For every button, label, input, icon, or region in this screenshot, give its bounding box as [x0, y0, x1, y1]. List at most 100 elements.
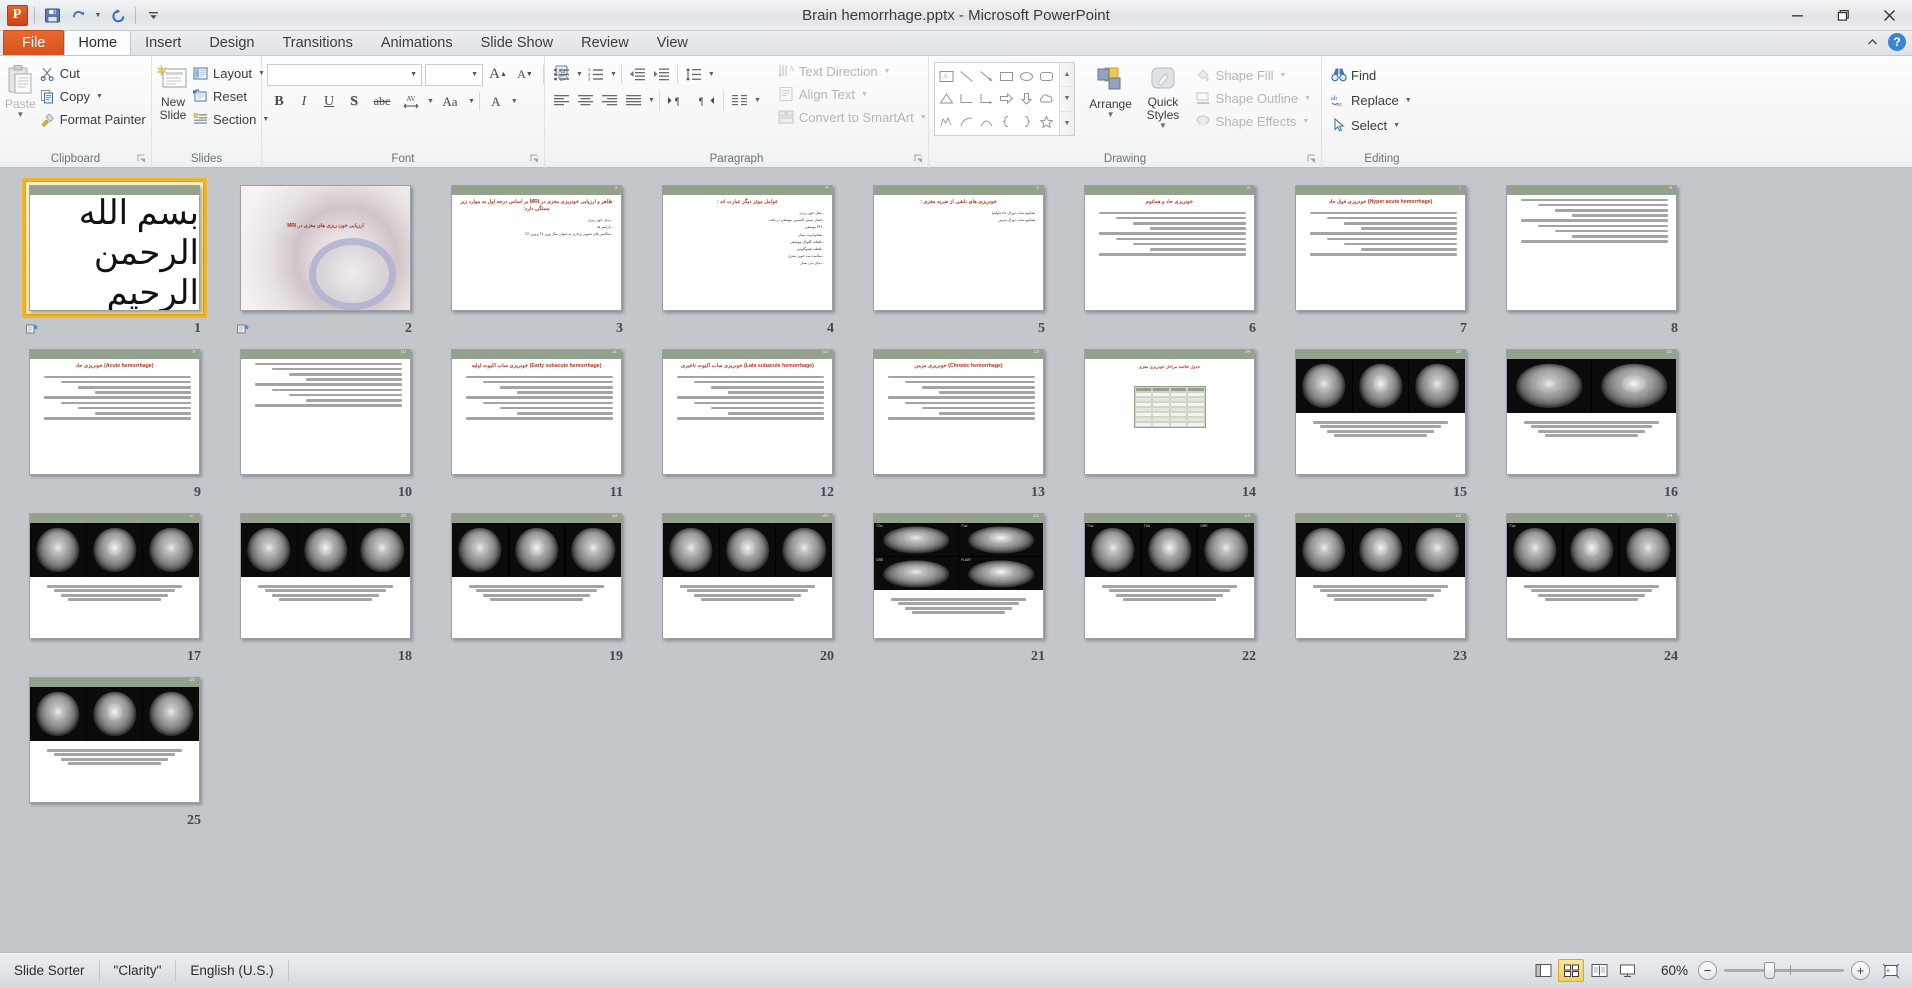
transition-icon[interactable]	[448, 487, 461, 500]
numbering-button[interactable]: 1 2 3	[584, 63, 607, 85]
zoom-slider-track[interactable]	[1724, 962, 1844, 979]
decrease-indent-button[interactable]	[626, 63, 649, 85]
line-spacing-button[interactable]	[682, 63, 705, 85]
slide-cell[interactable]: 20 20	[655, 506, 863, 668]
slide-cell[interactable]: 9 (Acute hemorrhage) خونریزی حاد 9	[22, 342, 230, 504]
slide-preview[interactable]: 10	[240, 349, 411, 475]
slide-thumbnail-15[interactable]: 15	[1288, 342, 1473, 482]
align-text-center-button[interactable]	[574, 89, 597, 111]
slide-cell[interactable]: 13 (Chronic hemorrhage) خونریزی مزمن 13	[866, 342, 1074, 504]
convert-to-smartart-button[interactable]: Convert to SmartArt ▼	[775, 106, 932, 128]
transition-icon[interactable]	[26, 815, 39, 828]
character-spacing-button[interactable]: AV	[398, 90, 424, 113]
transition-icon[interactable]	[659, 323, 672, 336]
redo-icon[interactable]	[106, 3, 130, 27]
slide-preview[interactable]: 23	[1295, 513, 1466, 639]
slide-cell[interactable]: 12 (Late subacute hemorrhage) خونریزی ساب…	[655, 342, 863, 504]
slide-thumbnail-4[interactable]: 4 عوامل موثر دیگر عبارت اند : - محل خون ری…	[655, 178, 840, 318]
font-color-button[interactable]: A	[484, 90, 508, 113]
paragraph-dialog-launcher[interactable]	[913, 153, 924, 164]
transition-icon[interactable]	[26, 651, 39, 664]
right-to-left-text-button[interactable]: ¶	[692, 89, 719, 111]
transition-icon[interactable]	[26, 323, 39, 336]
slide-preview[interactable]: 16	[1506, 349, 1677, 475]
shape-outline-button[interactable]: Shape Outline ▼	[1192, 87, 1316, 109]
chevron-down-icon[interactable]: ▼	[1393, 122, 1400, 129]
shapes-gallery-scrollbar[interactable]: ▲ ▼ ▼	[1058, 63, 1074, 135]
underline-button[interactable]: U	[317, 90, 341, 113]
font-size-combo[interactable]: ▼	[425, 63, 483, 86]
align-text-right-button[interactable]	[598, 89, 621, 111]
justify-button[interactable]	[622, 89, 645, 111]
select-button[interactable]: Select ▼	[1327, 114, 1417, 136]
slide-cell[interactable]: 11 (Early subacute hemorrhage) خونریزی سا…	[444, 342, 652, 504]
shape-down-arrow[interactable]	[1017, 88, 1037, 111]
fit-slide-to-window-button[interactable]	[1878, 959, 1904, 982]
slide-cell[interactable]: 4 عوامل موثر دیگر عبارت اند : - محل خون ری…	[655, 178, 863, 340]
slide-cell[interactable]: 22 T1w T2w GRE 22	[1077, 506, 1285, 668]
font-name-combo[interactable]: ▼	[267, 63, 422, 86]
transition-icon[interactable]	[1292, 651, 1305, 664]
tab-slide-show[interactable]: Slide Show	[467, 30, 568, 55]
copy-button[interactable]: Copy ▼	[36, 85, 151, 107]
transition-icon[interactable]	[448, 323, 461, 336]
slide-thumbnail-18[interactable]: 18	[233, 506, 418, 646]
customize-quick-access-toolbar-icon[interactable]	[141, 3, 165, 27]
shape-effects-button[interactable]: Shape Effects ▼	[1192, 110, 1316, 132]
undo-icon[interactable]	[66, 3, 90, 27]
slide-preview[interactable]: ارزیابی خون ریزی های مغزی در MRI	[240, 185, 411, 311]
slide-preview[interactable]: 8	[1506, 185, 1677, 311]
paste-button[interactable]: Paste ▼	[5, 60, 36, 134]
status-theme[interactable]: "Clarity"	[100, 959, 177, 982]
slide-cell[interactable]: بسم الله الرحمن الرحيم 1	[22, 178, 230, 340]
minimize-ribbon-icon[interactable]	[1865, 36, 1880, 48]
slide-preview[interactable]: 12 (Late subacute hemorrhage) خونریزی ساب…	[662, 349, 833, 475]
left-to-right-text-button[interactable]: ¶	[664, 89, 691, 111]
shape-curve[interactable]	[957, 110, 977, 133]
scroll-down-icon[interactable]: ▼	[1059, 87, 1074, 112]
slide-cell[interactable]: 25 25	[22, 670, 230, 832]
arrange-button[interactable]: Arrange ▼	[1083, 62, 1138, 136]
slide-thumbnail-9[interactable]: 9 (Acute hemorrhage) خونریزی حاد	[22, 342, 207, 482]
increase-font-size-button[interactable]: A ▲	[486, 63, 510, 86]
chevron-down-icon[interactable]: ▼	[410, 71, 417, 78]
slide-preview[interactable]: 17	[29, 513, 200, 639]
transition-icon[interactable]	[26, 487, 39, 500]
slide-preview[interactable]: 6 خونریزی حاد و هماتوم	[1084, 185, 1255, 311]
slide-preview[interactable]: 24 T1w	[1506, 513, 1677, 639]
slide-preview[interactable]: 25	[29, 677, 200, 803]
italic-button[interactable]: I	[292, 90, 316, 113]
transition-icon[interactable]	[1081, 651, 1094, 664]
slide-cell[interactable]: 6 خونریزی حاد و هماتوم 6	[1077, 178, 1285, 340]
transition-icon[interactable]	[1081, 487, 1094, 500]
chevron-down-icon[interactable]: ▼	[1405, 97, 1412, 104]
slide-thumbnail-24[interactable]: 24 T1w	[1499, 506, 1684, 646]
transition-icon[interactable]	[659, 651, 672, 664]
slide-thumbnail-2[interactable]: ارزیابی خون ریزی های مغزی در MRI	[233, 178, 418, 318]
slide-thumbnail-23[interactable]: 23	[1288, 506, 1473, 646]
transition-icon[interactable]	[870, 651, 883, 664]
slide-preview[interactable]: 9 (Acute hemorrhage) خونریزی حاد	[29, 349, 200, 475]
shape-rectangle[interactable]	[997, 65, 1017, 88]
restore-button[interactable]	[1820, 0, 1866, 31]
clipboard-dialog-launcher[interactable]	[136, 153, 147, 164]
strikethrough-button[interactable]: abc	[367, 90, 397, 113]
chevron-down-icon[interactable]: ▼	[1159, 122, 1167, 130]
tab-transitions[interactable]: Transitions	[268, 30, 366, 55]
slide-thumbnail-19[interactable]: 19	[444, 506, 629, 646]
columns-button[interactable]	[728, 89, 751, 111]
shape-fill-button[interactable]: Shape Fill ▼	[1192, 64, 1316, 86]
shape-star[interactable]	[1037, 110, 1057, 133]
reading-view-button[interactable]	[1586, 959, 1612, 982]
slide-preview[interactable]: 20	[662, 513, 833, 639]
slide-preview[interactable]: 4 عوامل موثر دیگر عبارت اند : - محل خون ری…	[662, 185, 833, 311]
chevron-down-icon[interactable]: ▼	[511, 98, 518, 105]
bold-button[interactable]: B	[267, 90, 291, 113]
text-direction-button[interactable]: A Text Direction ▼	[775, 60, 932, 82]
text-shadow-button[interactable]: S	[342, 90, 366, 113]
transition-icon[interactable]	[237, 487, 250, 500]
slide-thumbnail-10[interactable]: 10	[233, 342, 418, 482]
chevron-down-icon[interactable]: ▼	[1304, 95, 1311, 102]
chevron-down-icon[interactable]: ▼	[1302, 118, 1309, 125]
align-text-button[interactable]: Align Text ▼	[775, 83, 932, 105]
